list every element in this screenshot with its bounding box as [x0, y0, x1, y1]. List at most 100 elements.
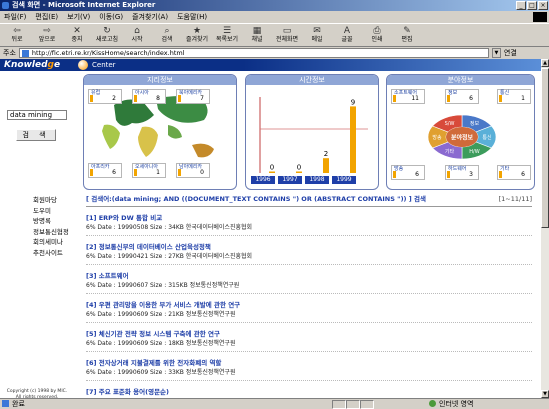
result-meta: 6% Date : 19990609 Size : 33KB 정보통신정책연구원 — [86, 368, 532, 381]
region-tag[interactable]: 오세아니아 1 — [132, 163, 166, 178]
toolbar-label: 전체화면 — [275, 36, 299, 43]
menu-file[interactable]: 파일(F) — [4, 11, 26, 23]
menu-edit[interactable]: 편집(E) — [35, 11, 58, 23]
domain-tag-value: 6 — [415, 171, 419, 178]
toolbar-button-11[interactable]: A 글꼴 — [334, 24, 360, 44]
minimize-button[interactable]: _ — [516, 1, 526, 10]
sidebar-item-agreement[interactable]: 정보통신협정 — [33, 227, 69, 238]
domain-tag-value: 3 — [469, 171, 473, 178]
toolbar-button-5[interactable]: ⌕ 검색 — [154, 24, 180, 44]
result-meta: 6% Date : 19990508 Size : 34KB 한국데이터베이스진… — [86, 223, 532, 236]
address-bar: 주소 http://fic.etri.re.kr/KissHome/search… — [0, 47, 549, 59]
toolbar-button-9[interactable]: ▭ 전체화면 — [274, 24, 300, 44]
vertical-scrollbar[interactable]: ▲ ▼ — [541, 59, 549, 398]
sidebar-item-sites[interactable]: 추천사이트 — [33, 248, 69, 259]
fullscreen-icon: ▭ — [282, 25, 292, 36]
bar-1998[interactable] — [323, 158, 329, 173]
year-tick-1999[interactable]: 1999 — [332, 176, 356, 184]
menu-favorites[interactable]: 즐겨찾기(A) — [132, 11, 168, 23]
result-title-link[interactable]: [7] 주요 표준화 용어(영문순) — [86, 387, 532, 397]
toolbar-button-2[interactable]: ✕ 중지 — [64, 24, 90, 44]
result-item: [1] ERP와 DW 통합 비교 6% Date : 19990508 Size… — [86, 213, 532, 236]
toolbar-button-0[interactable]: ⇦ 뒤로 — [4, 24, 30, 44]
status-text: 완료 — [0, 399, 332, 409]
result-title-link[interactable]: [5] 체신기관 전략 정보 시스템 구축에 관한 연구 — [86, 329, 532, 339]
links-label[interactable]: 연결 — [504, 48, 517, 58]
result-item: [7] 주요 표준화 용어(영문순) — [86, 387, 532, 398]
domain-tag-value: 1 — [521, 95, 525, 102]
toolbar-button-10[interactable]: ✉ 메일 — [304, 24, 330, 44]
forward-arrow-icon: ⇨ — [43, 25, 51, 36]
toolbar-label: 중지 — [71, 36, 83, 43]
search-icon: ⌕ — [164, 25, 170, 36]
title-bar: 검색 화면 - Microsoft Internet Explorer _ □ … — [0, 0, 549, 11]
page-content: Knowledge Center data mining 검 색 회원마당 도우… — [0, 59, 541, 398]
result-item: [2] 정보통신부의 데이터베이스 산업육성정책 6% Date : 199904… — [86, 242, 532, 265]
result-title-link[interactable]: [6] 전자상거래 지불결제를 위한 전자화폐의 역할 — [86, 358, 532, 368]
maximize-button[interactable]: □ — [527, 1, 537, 10]
toolbar-button-6[interactable]: ★ 즐겨찾기 — [184, 24, 210, 44]
address-dropdown-icon[interactable]: ▼ — [491, 48, 501, 58]
region-tag[interactable]: 유럽 2 — [88, 89, 122, 104]
sidebar-item-member[interactable]: 회원마당 — [33, 195, 69, 206]
domain-tag[interactable]: 소프트웨어 11 — [391, 89, 425, 104]
domain-tag[interactable]: 기타 6 — [497, 165, 531, 180]
result-title-link[interactable]: [4] 우편 관리망을 이용한 부가 서비스 개발에 관한 연구 — [86, 300, 532, 310]
domain-tag[interactable]: 정보 6 — [445, 89, 479, 104]
region-tag[interactable]: 아시아 8 — [132, 89, 166, 104]
scroll-up-icon[interactable]: ▲ — [541, 59, 549, 67]
toolbar-button-4[interactable]: ⌂ 시작 — [124, 24, 150, 44]
bar-1996[interactable] — [269, 171, 275, 174]
result-title-link[interactable]: [1] ERP와 DW 통합 비교 — [86, 213, 532, 223]
sidebar-item-seminar[interactable]: 회의세미나 — [33, 237, 69, 248]
year-axis: 1996 1997 1998 1999 — [251, 176, 359, 184]
status-bar: 완료 인터넷 영역 — [0, 398, 549, 409]
history-icon: ☰ — [222, 25, 232, 36]
domain-tag-bar — [393, 171, 396, 178]
search-button[interactable]: 검 색 — [16, 129, 56, 141]
region-tag[interactable]: 북아메리카 7 — [176, 89, 210, 104]
window-title: 검색 화면 - Microsoft Internet Explorer — [12, 1, 156, 9]
region-tag-value: 2 — [112, 95, 116, 102]
toolbar-label: 목록보기 — [215, 36, 239, 43]
toolbar-button-3[interactable]: ↻ 새로고침 — [94, 24, 120, 44]
region-tag-name: 남아메리카 — [179, 164, 203, 170]
donut-segment-label: 통신 — [482, 134, 492, 141]
domain-tag[interactable]: 통신 1 — [497, 89, 531, 104]
year-tick-1997[interactable]: 1997 — [278, 176, 302, 184]
region-panel: 지리정보 유럽 2 아시아 8 북아메리카 7 아프리카 6 오세아니아 1 남아메리카 0 — [83, 74, 237, 190]
result-title-link[interactable]: [3] 소프트웨어 — [86, 271, 532, 281]
menu-go[interactable]: 이동(G) — [99, 11, 123, 23]
toolbar-button-12[interactable]: ⎙ 인쇄 — [364, 24, 390, 44]
close-button[interactable]: × — [538, 1, 548, 10]
menu-view[interactable]: 보기(V) — [67, 11, 90, 23]
print-icon: ⎙ — [373, 25, 381, 36]
sidebar-item-guestbook[interactable]: 방명록 — [33, 216, 69, 227]
region-tag-value: 7 — [200, 95, 204, 102]
year-tick-1998[interactable]: 1998 — [305, 176, 329, 184]
sidebar-item-help[interactable]: 도우미 — [33, 206, 69, 217]
scroll-down-icon[interactable]: ▼ — [541, 390, 549, 398]
toolbar-button-7[interactable]: ☰ 목록보기 — [214, 24, 240, 44]
result-title-link[interactable]: [2] 정보통신부의 데이터베이스 산업육성정책 — [86, 242, 532, 252]
search-input[interactable]: data mining — [7, 110, 67, 120]
bar-1999[interactable] — [350, 106, 356, 173]
bar-1997[interactable] — [296, 171, 302, 174]
domain-tag[interactable]: 방송 6 — [391, 165, 425, 180]
menu-help[interactable]: 도움말(H) — [177, 11, 207, 23]
address-input[interactable]: http://fic.etri.re.kr/KissHome/search/in… — [18, 48, 489, 58]
brand-logo[interactable]: Knowledge — [4, 59, 60, 71]
year-tick-1996[interactable]: 1996 — [251, 176, 275, 184]
region-tag[interactable]: 남아메리카 0 — [176, 163, 210, 178]
favorites-icon: ★ — [192, 25, 202, 36]
domain-tag-value: 11 — [411, 95, 419, 102]
toolbar-button-13[interactable]: ✎ 편집 — [394, 24, 420, 44]
toolbar-label: 앞으로 — [38, 36, 56, 43]
scroll-thumb[interactable] — [541, 68, 549, 228]
region-tag[interactable]: 아프리카 6 — [88, 163, 122, 178]
domain-tag-bar — [447, 95, 450, 102]
toolbar-button-8[interactable]: ▦ 채널 — [244, 24, 270, 44]
domain-donut-chart[interactable]: 정보통신 H/W 기타방송 S/W 분야정보 — [425, 111, 499, 163]
domain-tag[interactable]: 하드웨어 3 — [445, 165, 479, 180]
toolbar-button-1[interactable]: ⇨ 앞으로 — [34, 24, 60, 44]
